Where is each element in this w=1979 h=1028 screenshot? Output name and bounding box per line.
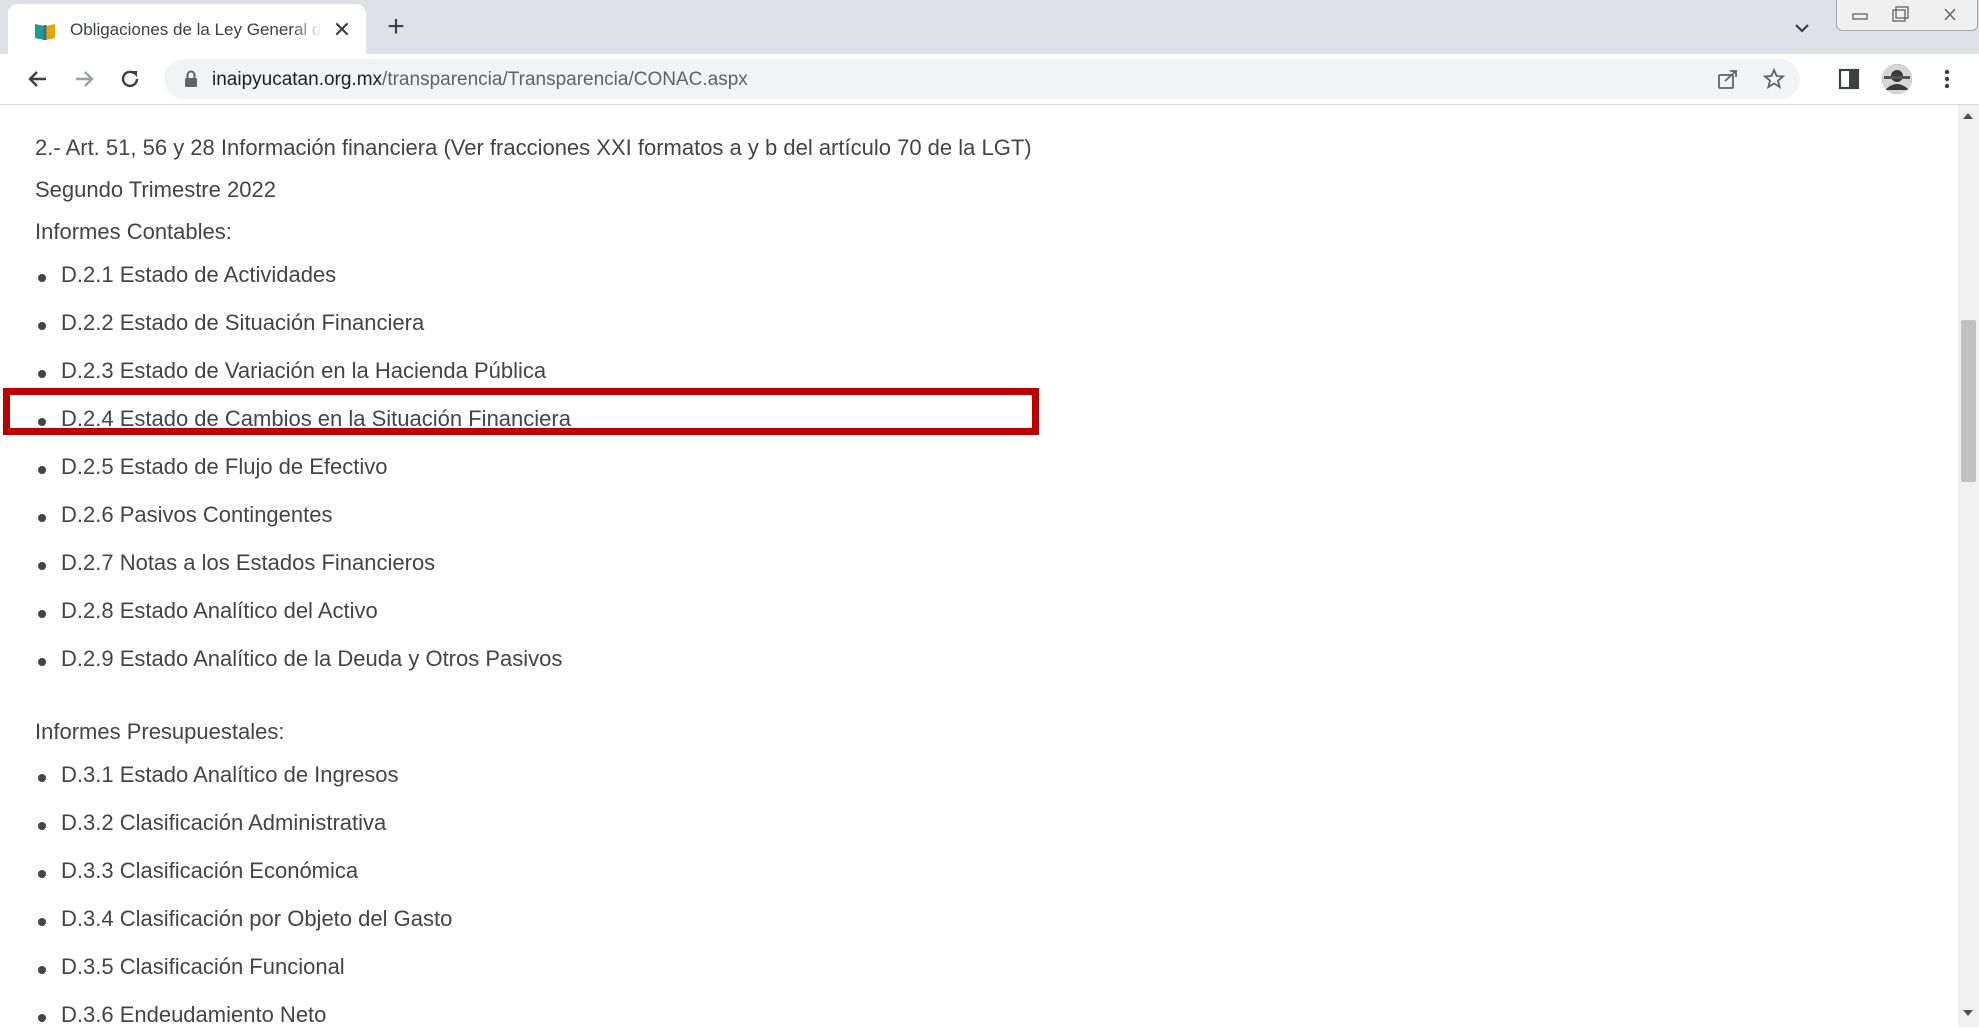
vertical-scrollbar[interactable] [1958,105,1979,1027]
link-d29[interactable]: D.2.9 Estado Analítico de la Deuda y Otr… [61,646,562,672]
scroll-thumb[interactable] [1961,320,1976,482]
bullet-icon [38,610,46,618]
bullet-icon [38,774,46,782]
tab-search-icon[interactable] [1790,16,1814,40]
side-panel-icon[interactable] [1836,66,1862,92]
link-d33[interactable]: D.3.3 Clasificación Económica [61,858,358,884]
link-d32[interactable]: D.3.2 Clasificación Administrativa [61,810,386,836]
link-d27[interactable]: D.2.7 Notas a los Estados Financieros [61,550,435,576]
avatar-icon [1882,64,1912,94]
browser-tab[interactable]: Obligaciones de la Ley General de Transp… [8,4,366,54]
link-d35[interactable]: D.3.5 Clasificación Funcional [61,954,345,980]
forward-icon[interactable] [70,65,98,93]
profile-avatar[interactable] [1882,64,1912,94]
link-d31[interactable]: D.3.1 Estado Analítico de Ingresos [61,762,399,788]
bullet-icon [38,918,46,926]
bullet-icon [38,870,46,878]
bullet-icon [38,514,46,522]
section-heading: 2.- Art. 51, 56 y 28 Información financi… [35,135,1032,160]
page-viewport: 2.- Art. 51, 56 y 28 Información financi… [0,105,1958,1027]
contables-title: Informes Contables: [35,219,232,244]
star-icon[interactable] [1762,67,1786,91]
link-d34[interactable]: D.3.4 Clasificación por Objeto del Gasto [61,906,452,932]
link-d26[interactable]: D.2.6 Pasivos Contingentes [61,502,333,528]
window-controls [1836,0,1978,31]
link-d22[interactable]: D.2.2 Estado de Situación Financiera [61,310,424,336]
share-icon[interactable] [1716,67,1740,91]
close-tab-icon[interactable]: ✕ [330,18,354,42]
presupuestales-title: Informes Presupuestales: [35,719,285,744]
scroll-down-arrow-icon[interactable] [1963,1010,1973,1016]
book-favicon-icon [35,24,55,40]
bullet-icon [38,322,46,330]
bullet-icon [38,822,46,830]
browser-toolbar: inaipyucatan.org.mx/transparencia/Transp… [0,54,1979,105]
restore-icon[interactable] [1883,4,1917,26]
address-bar[interactable]: inaipyucatan.org.mx/transparencia/Transp… [164,59,1800,99]
bullet-icon [38,466,46,474]
bullet-icon [38,966,46,974]
link-d23[interactable]: D.2.3 Estado de Variación en la Hacienda… [61,358,546,384]
menu-icon[interactable] [1934,66,1960,92]
bullet-icon [38,658,46,666]
link-d36[interactable]: D.3.6 Endeudamiento Neto [61,1002,326,1028]
link-d28[interactable]: D.2.8 Estado Analítico del Activo [61,598,378,624]
tab-strip: Obligaciones de la Ley General de Transp… [0,0,1979,54]
new-tab-button[interactable]: + [380,12,412,44]
tab-title: Obligaciones de la Ley General de Transp… [70,20,322,39]
lock-icon[interactable] [182,69,200,89]
close-window-icon[interactable] [1933,4,1967,26]
url-text[interactable]: inaipyucatan.org.mx/transparencia/Transp… [212,69,748,91]
bullet-icon [38,1014,46,1022]
highlight-annotation-box [3,388,1039,435]
link-d21[interactable]: D.2.1 Estado de Actividades [61,262,336,288]
minimize-icon[interactable] [1843,4,1877,26]
bullet-icon [38,562,46,570]
bullet-icon [38,370,46,378]
url-path: /transparencia/Transparencia/CONAC.aspx [382,69,748,90]
reload-icon[interactable] [116,65,144,93]
bullet-icon [38,274,46,282]
back-icon[interactable] [24,65,52,93]
url-host: inaipyucatan.org.mx [212,69,383,90]
period-label: Segundo Trimestre 2022 [35,177,276,202]
scroll-up-arrow-icon[interactable] [1963,113,1973,119]
link-d25[interactable]: D.2.5 Estado de Flujo de Efectivo [61,454,388,480]
